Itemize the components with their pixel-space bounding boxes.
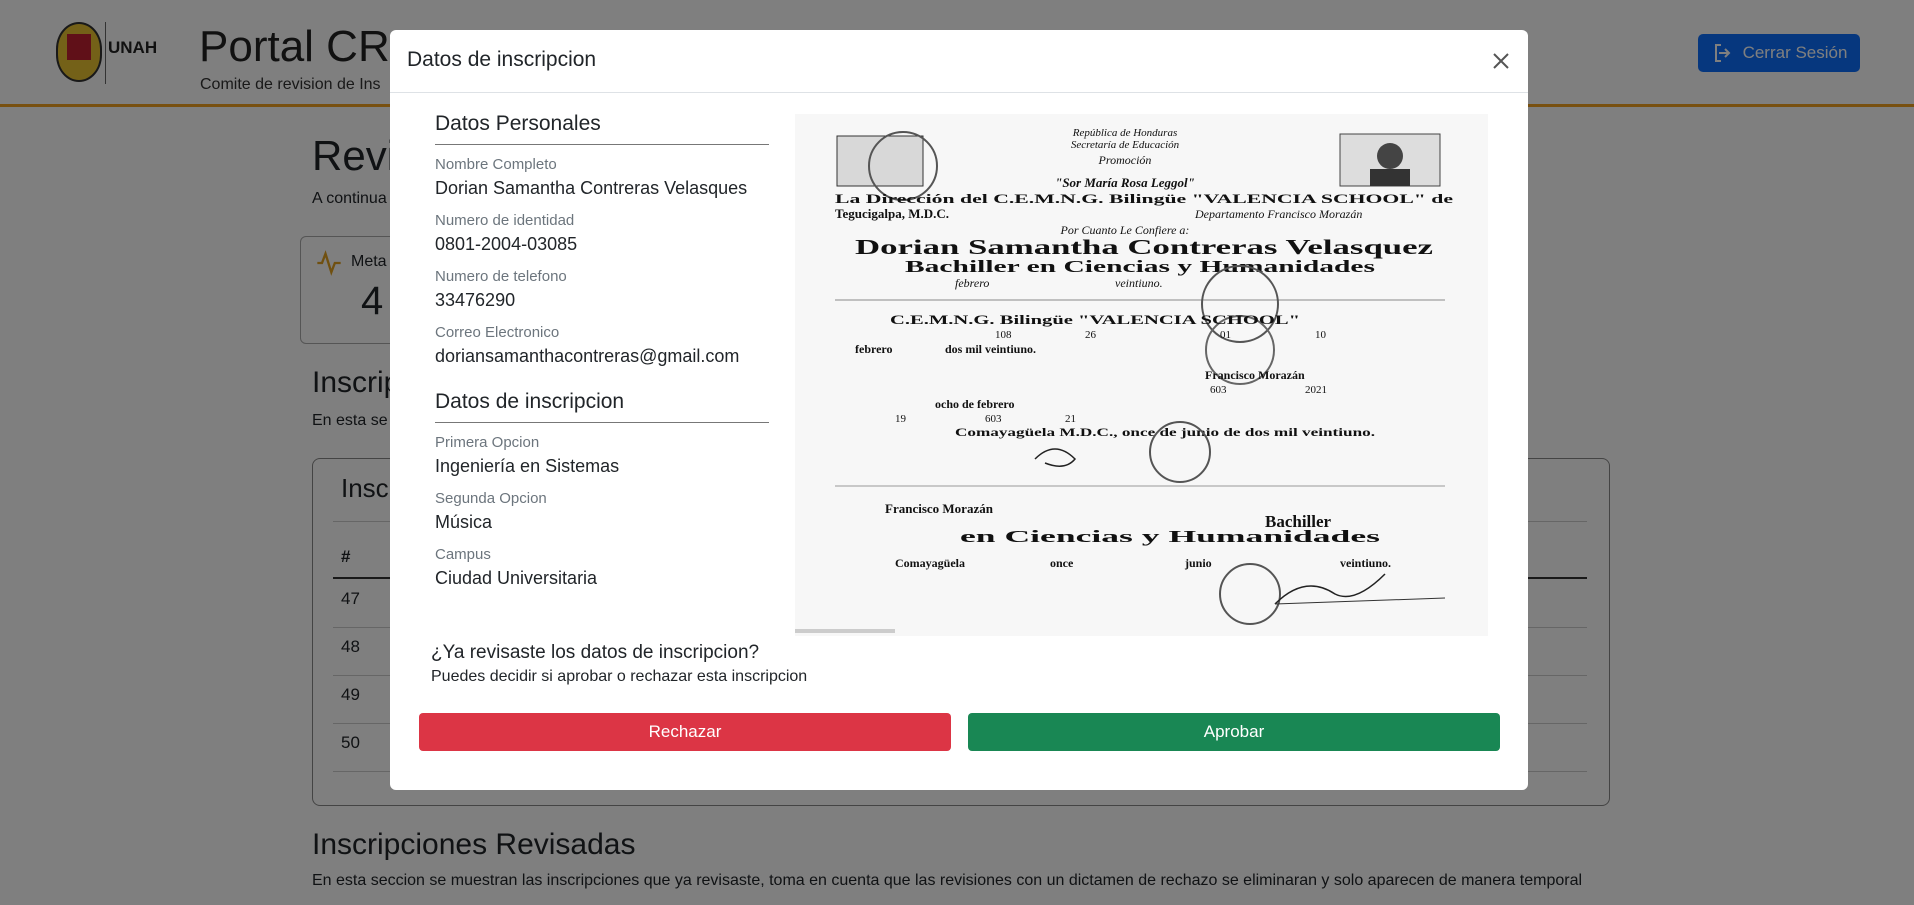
cert-degree-2: en Ciencias y Humanidades	[960, 527, 1381, 546]
cert-folio: 603	[985, 413, 1002, 425]
certificate-image: República de Honduras Secretaría de Educ…	[795, 114, 1488, 636]
cert-reg-month: febrero	[855, 342, 893, 356]
cert-line-2: Secretaría de Educación	[1071, 139, 1180, 151]
cert-degree: Bachiller en Ciencias y Humanidades	[905, 257, 1376, 276]
cert-reg-3: 01	[1220, 329, 1231, 341]
cert-year: veintiuno.	[1115, 276, 1163, 290]
cert-reg-num: 19	[895, 413, 907, 425]
campus-label: Campus	[435, 546, 491, 563]
approve-button[interactable]: Aprobar	[968, 713, 1500, 751]
email-value: doriansamanthacontreras@gmail.com	[435, 346, 740, 366]
first-option-value: Ingeniería en Sistemas	[435, 456, 620, 476]
name-label: Nombre Completo	[435, 156, 557, 173]
id-label: Numero de identidad	[435, 212, 575, 229]
registration-modal: Datos de inscripcion Datos Personales No…	[390, 30, 1528, 790]
stamp-topleft	[836, 135, 924, 187]
enrollment-section-title: Datos de inscripcion	[435, 390, 625, 413]
cert-year-2: veintiuno.	[1340, 556, 1391, 570]
phone-label: Numero de telefono	[435, 268, 567, 285]
name-value: Dorian Samantha Contreras Velasques	[435, 178, 748, 198]
cert-place-2: Comayagüela	[895, 556, 965, 570]
second-option-value: Música	[435, 512, 493, 532]
cert-reg-year: dos mil veintiuno.	[945, 342, 1036, 356]
review-instructions: Puedes decidir si aprobar o rechazar est…	[431, 668, 808, 685]
cert-exp: 603	[1210, 384, 1227, 396]
section-rule	[435, 422, 769, 423]
cert-reg-4: 10	[1315, 329, 1327, 341]
cert-month: febrero	[955, 276, 989, 290]
modal-title: Datos de inscripcion	[407, 48, 597, 71]
cert-approval-date: ocho de febrero	[935, 397, 1015, 411]
cert-school: C.E.M.N.G. Bilingüe "VALENCIA SCHOOL"	[890, 312, 1300, 327]
review-question: ¿Ya revisaste los datos de inscripcion?	[431, 642, 760, 663]
cert-reg-2: 26	[1085, 329, 1097, 341]
cert-student-name: Dorian Samantha Contreras Velasquez	[855, 235, 1433, 259]
email-label: Correo Electronico	[435, 324, 560, 341]
cert-line-1: República de Honduras	[1072, 127, 1177, 139]
cert-line-4: "Sor María Rosa Leggol"	[1055, 175, 1195, 190]
cert-line-5: La Dirección del C.E.M.N.G. Bilingüe "VA…	[835, 191, 1453, 206]
modal-header: Datos de inscripcion	[390, 30, 1528, 93]
cert-dept: Francisco Morazán	[1205, 368, 1305, 382]
section-rule	[435, 144, 769, 145]
cert-line-7: Departamento Francisco Morazán	[1194, 207, 1362, 221]
cert-line-6: Tegucigalpa, M.D.C.	[835, 206, 949, 221]
id-value: 0801-2004-03085	[435, 234, 578, 254]
cert-exp-year: 2021	[1305, 384, 1327, 396]
phone-value: 33476290	[435, 290, 516, 310]
cert-line-3: Promoción	[1098, 153, 1152, 167]
cert-reg-1: 108	[995, 329, 1012, 341]
cert-page: 21	[1065, 413, 1076, 425]
close-icon[interactable]	[1486, 46, 1516, 76]
reject-button[interactable]: Rechazar	[419, 713, 951, 751]
first-option-label: Primera Opcion	[435, 434, 540, 451]
image-footer-mark	[795, 629, 895, 633]
cert-month-2: junio	[1184, 556, 1212, 570]
cert-dept-2: Francisco Morazán	[885, 501, 994, 516]
cert-day-2: once	[1050, 556, 1074, 570]
photo-head	[1377, 143, 1403, 169]
personal-section-title: Datos Personales	[435, 112, 601, 135]
second-option-label: Segunda Opcion	[435, 490, 547, 507]
photo-body	[1370, 169, 1410, 186]
campus-value: Ciudad Universitaria	[435, 568, 598, 588]
